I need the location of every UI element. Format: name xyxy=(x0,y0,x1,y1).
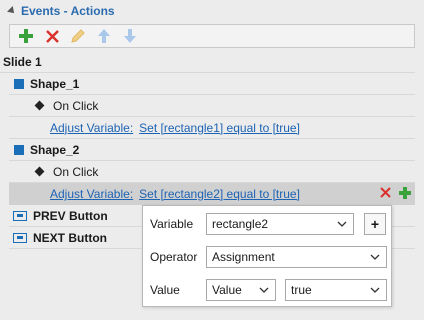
tree-slide-row[interactable]: Slide 1 xyxy=(0,51,415,73)
shape-icon xyxy=(14,78,24,89)
arrow-up-icon[interactable] xyxy=(94,26,114,46)
tree-shape-row[interactable]: Shape_1 xyxy=(9,73,415,95)
panel-title: Events - Actions xyxy=(21,4,115,18)
action-value-link[interactable]: Set [rectangle2] equal to [true] xyxy=(139,187,300,201)
collapse-triangle-icon[interactable] xyxy=(7,6,17,16)
add-icon[interactable] xyxy=(399,186,411,202)
shape-icon xyxy=(14,144,24,155)
row-actions xyxy=(380,186,411,202)
panel-header[interactable]: Events - Actions xyxy=(0,0,424,22)
edit-icon[interactable] xyxy=(68,26,88,46)
tree-event-row[interactable]: On Click xyxy=(9,95,415,117)
operator-value: Assignment xyxy=(212,250,275,264)
action-type-link[interactable]: Adjust Variable: xyxy=(50,121,133,135)
button-name: NEXT Button xyxy=(33,230,107,245)
value-value: true xyxy=(291,283,312,297)
value-label: Value xyxy=(150,283,180,297)
delete-icon[interactable] xyxy=(380,187,391,201)
button-name: PREV Button xyxy=(33,208,108,223)
shape-name: Shape_1 xyxy=(30,76,80,91)
add-variable-button[interactable]: + xyxy=(364,213,386,235)
event-diamond-icon xyxy=(34,100,45,111)
toolbar xyxy=(9,24,415,48)
event-name: On Click xyxy=(53,98,99,113)
adjust-variable-popup: Variable rectangle2 + Operator Assignmen… xyxy=(142,205,392,307)
chevron-down-icon xyxy=(370,254,380,260)
tree-shape-row[interactable]: Shape_2 xyxy=(9,139,415,161)
button-icon xyxy=(13,210,27,221)
add-icon[interactable] xyxy=(16,26,36,46)
variable-label: Variable xyxy=(150,217,194,231)
shape-name: Shape_2 xyxy=(30,142,80,157)
chevron-down-icon xyxy=(370,287,380,293)
chevron-down-icon xyxy=(337,221,347,227)
value-select[interactable]: true xyxy=(285,279,387,301)
arrow-down-icon[interactable] xyxy=(120,26,140,46)
value-type-value: Value xyxy=(212,283,242,297)
chevron-down-icon xyxy=(259,287,269,293)
variable-value: rectangle2 xyxy=(212,217,269,231)
variable-select[interactable]: rectangle2 xyxy=(206,213,354,235)
operator-select[interactable]: Assignment xyxy=(206,246,387,268)
value-type-select[interactable]: Value xyxy=(206,279,276,301)
action-value-link[interactable]: Set [rectangle1] equal to [true] xyxy=(139,121,300,135)
button-icon xyxy=(13,232,27,243)
delete-icon[interactable] xyxy=(42,26,62,46)
tree-event-row[interactable]: On Click xyxy=(9,161,415,183)
action-type-link[interactable]: Adjust Variable: xyxy=(50,187,133,201)
event-diamond-icon xyxy=(34,166,45,177)
event-name: On Click xyxy=(53,164,99,179)
tree-action-row[interactable]: Adjust Variable: Set [rectangle1] equal … xyxy=(9,117,415,139)
tree-action-row-selected[interactable]: Adjust Variable: Set [rectangle2] equal … xyxy=(9,183,415,205)
slide-label: Slide 1 xyxy=(3,54,42,69)
operator-label: Operator xyxy=(150,250,198,264)
